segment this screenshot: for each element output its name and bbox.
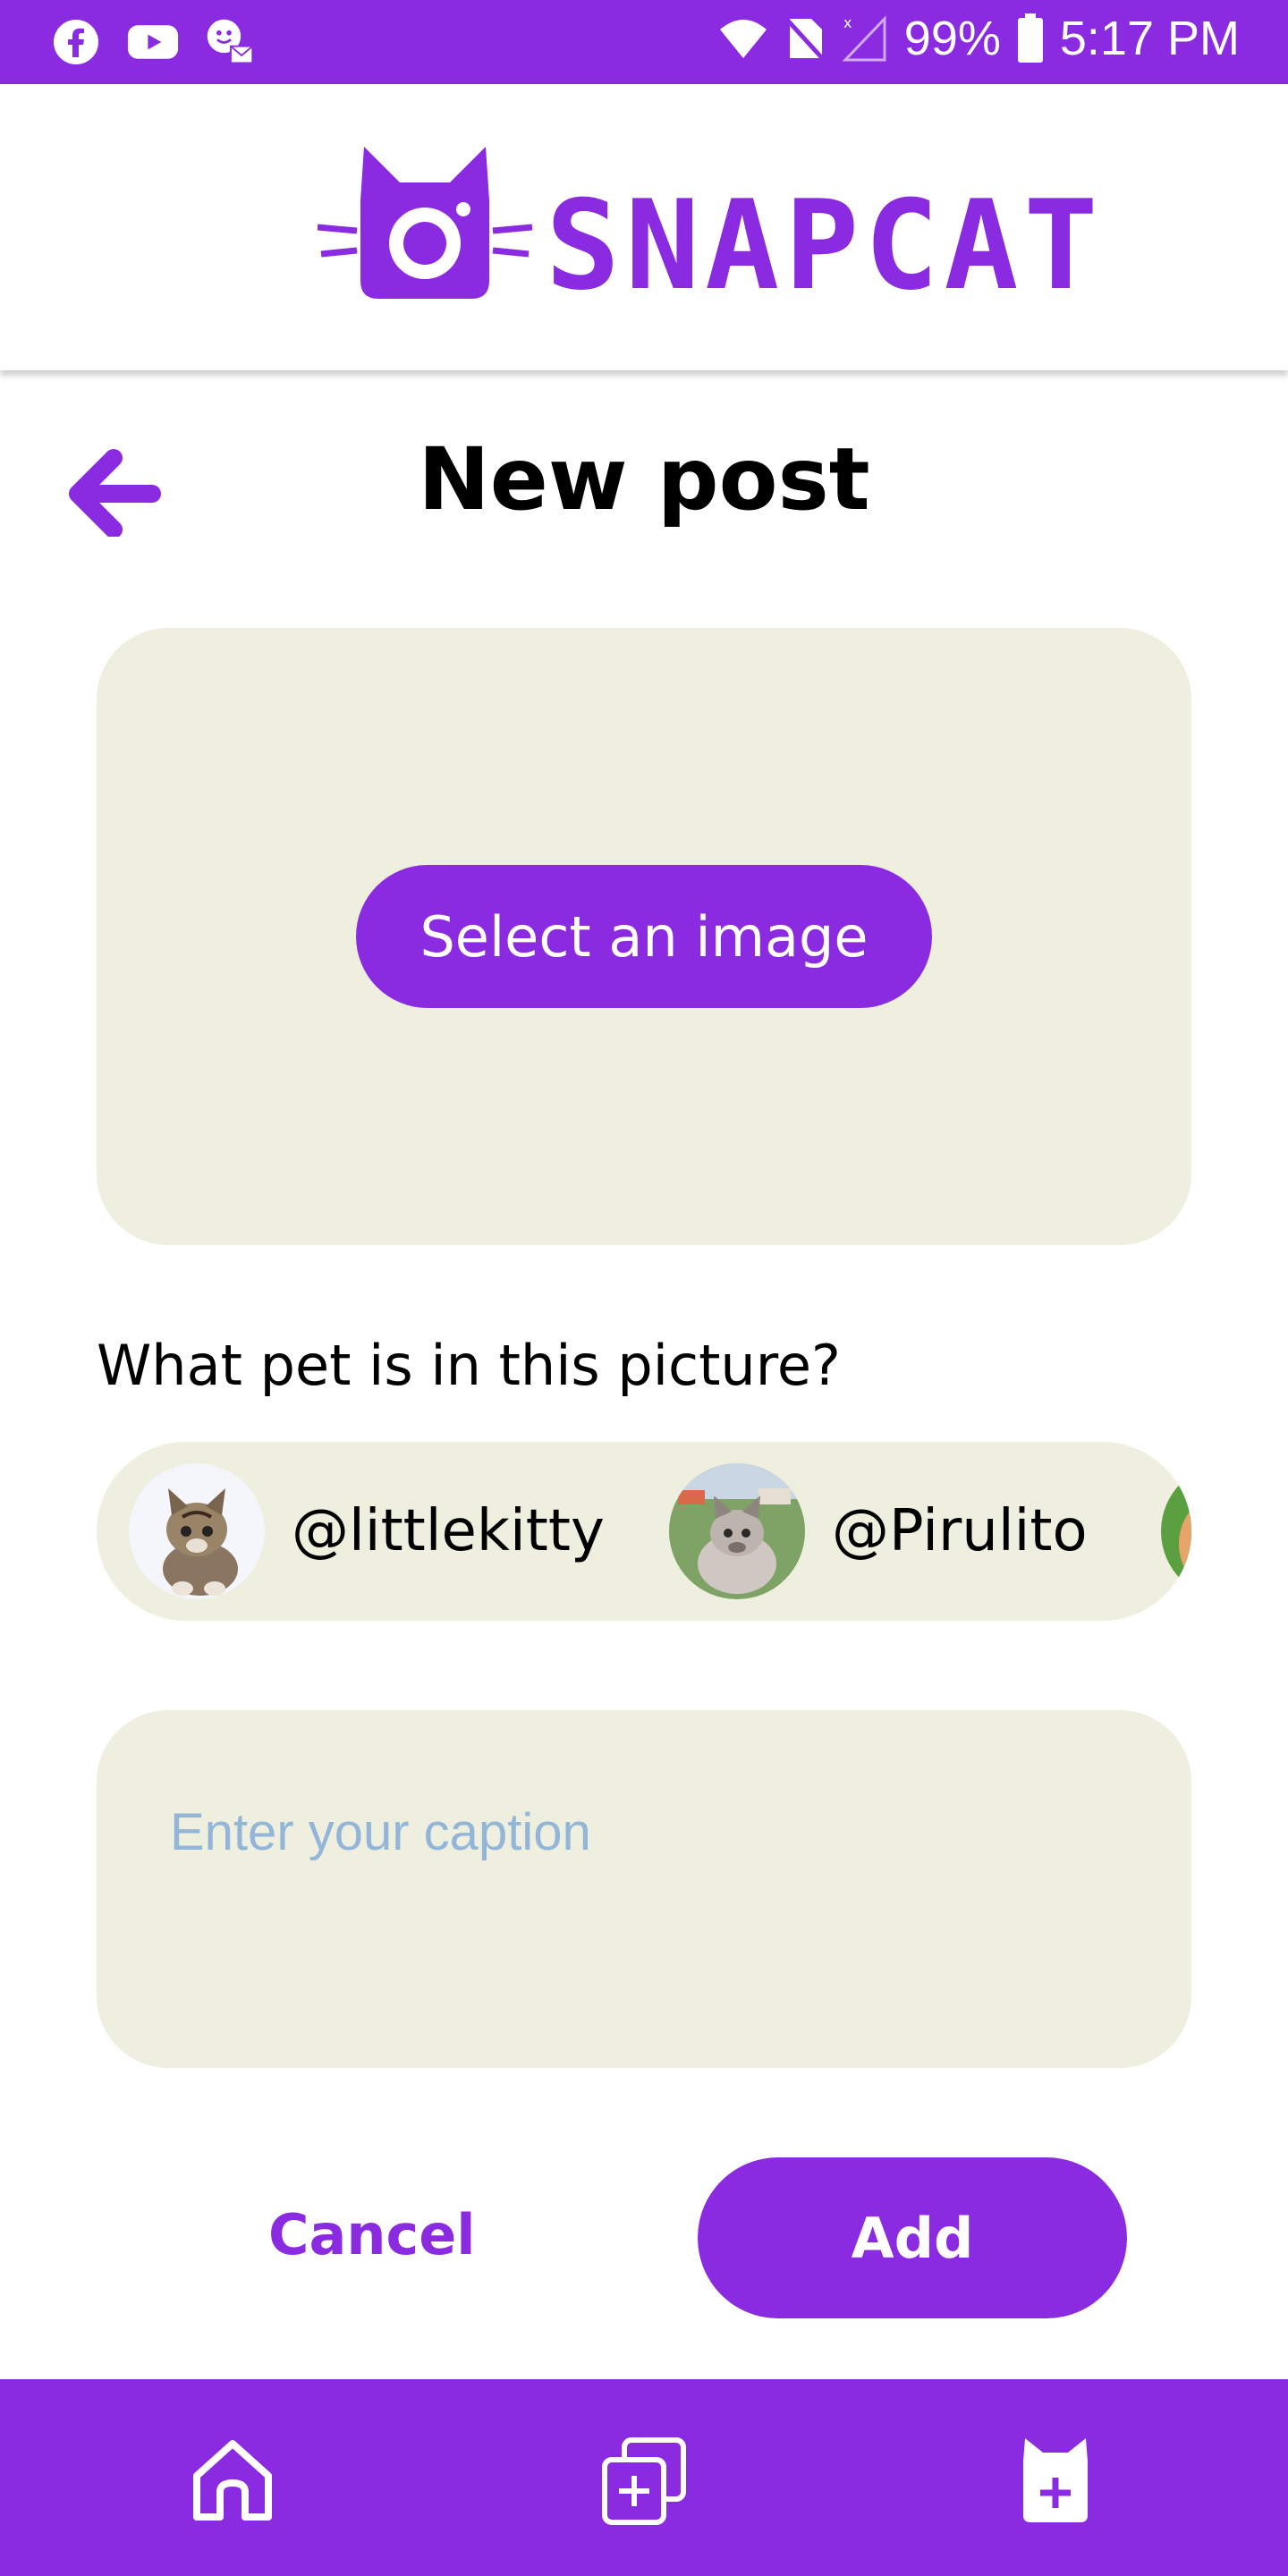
pet-option-pirulito[interactable]: @Pirulito bbox=[669, 1463, 1088, 1599]
pet-handle: @littlekitty bbox=[292, 1498, 605, 1564]
pet-avatar bbox=[1161, 1463, 1191, 1599]
nav-new-post[interactable] bbox=[597, 2435, 691, 2528]
select-image-button[interactable]: Select an image bbox=[356, 865, 932, 1008]
no-sim-icon bbox=[784, 17, 826, 62]
cat-camera-icon bbox=[318, 147, 532, 299]
app-header: SNAPCAT bbox=[0, 84, 1288, 370]
nav-home[interactable] bbox=[186, 2435, 279, 2528]
image-preview-area: Select an image bbox=[97, 628, 1191, 1245]
pet-handle: @Pirulito bbox=[832, 1498, 1088, 1564]
signal-icon: x bbox=[842, 15, 886, 62]
add-post-icon bbox=[602, 2437, 686, 2525]
pet-avatar bbox=[669, 1463, 805, 1599]
youtube-icon bbox=[127, 16, 179, 68]
status-notifications bbox=[50, 16, 256, 68]
cancel-button[interactable]: Cancel bbox=[268, 2202, 476, 2267]
status-system: x 99% 5:17 PM bbox=[718, 11, 1240, 66]
home-icon bbox=[193, 2440, 272, 2521]
nav-add-pet[interactable] bbox=[1009, 2435, 1102, 2528]
facebook-icon bbox=[50, 16, 102, 68]
pet-option-littlekitty[interactable]: @littlekitty bbox=[129, 1463, 605, 1599]
pet-avatar bbox=[129, 1463, 265, 1599]
add-button[interactable]: Add bbox=[698, 2157, 1127, 2318]
pet-selector-scroll[interactable]: @littlekitty @Pirulito bbox=[97, 1442, 1191, 1621]
battery-icon bbox=[1017, 13, 1043, 63]
snapcat-logo: SNAPCAT bbox=[318, 138, 1098, 318]
caption-field-container bbox=[97, 1710, 1191, 2068]
messenger-notification-icon bbox=[204, 16, 256, 68]
status-bar: x 99% 5:17 PM bbox=[0, 0, 1288, 84]
pet-question-label: What pet is in this picture? bbox=[97, 1333, 841, 1398]
wifi-icon bbox=[719, 20, 767, 58]
battery-percent: 99% bbox=[903, 12, 1001, 65]
svg-text:x: x bbox=[843, 15, 852, 31]
caption-input[interactable] bbox=[168, 1791, 1120, 1873]
clock: 5:17 PM bbox=[1059, 12, 1240, 65]
pet-option-partial[interactable] bbox=[1161, 1463, 1191, 1599]
page-title: New post bbox=[418, 429, 870, 530]
logo-text: SNAPCAT bbox=[546, 174, 1104, 318]
add-pet-icon bbox=[1023, 2438, 1088, 2522]
bottom-navigation bbox=[0, 2379, 1288, 2576]
